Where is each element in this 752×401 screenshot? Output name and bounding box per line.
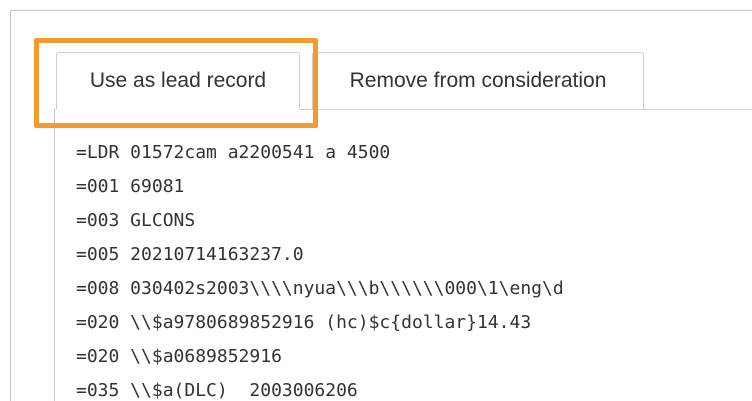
use-as-lead-record-tab[interactable]: Use as lead record bbox=[56, 52, 300, 110]
marc-line-020-b: =020 \\$a0689852916 bbox=[76, 346, 282, 367]
marc-line-020-a: =020 \\$a9780689852916 (hc)$c{dollar}14.… bbox=[76, 312, 532, 333]
remove-from-consideration-tab[interactable]: Remove from consideration bbox=[312, 52, 644, 110]
marc-line-008: =008 030402s2003\\\\nyua\\\b\\\\\\000\1\… bbox=[76, 278, 564, 299]
marc-line-035: =035 \\$a(DLC) 2003006206 bbox=[76, 380, 358, 401]
marc-line-001: =001 69081 bbox=[76, 176, 185, 197]
marc-line-ldr: =LDR 01572cam a2200541 a 4500 bbox=[76, 142, 391, 163]
marc-record-lines: =LDR 01572cam a2200541 a 4500 =001 69081… bbox=[76, 138, 564, 401]
record-comparison-panel: Use as lead record Remove from considera… bbox=[0, 0, 752, 401]
marc-line-003: =003 GLCONS bbox=[76, 210, 196, 231]
marc-line-005: =005 20210714163237.0 bbox=[76, 244, 304, 265]
